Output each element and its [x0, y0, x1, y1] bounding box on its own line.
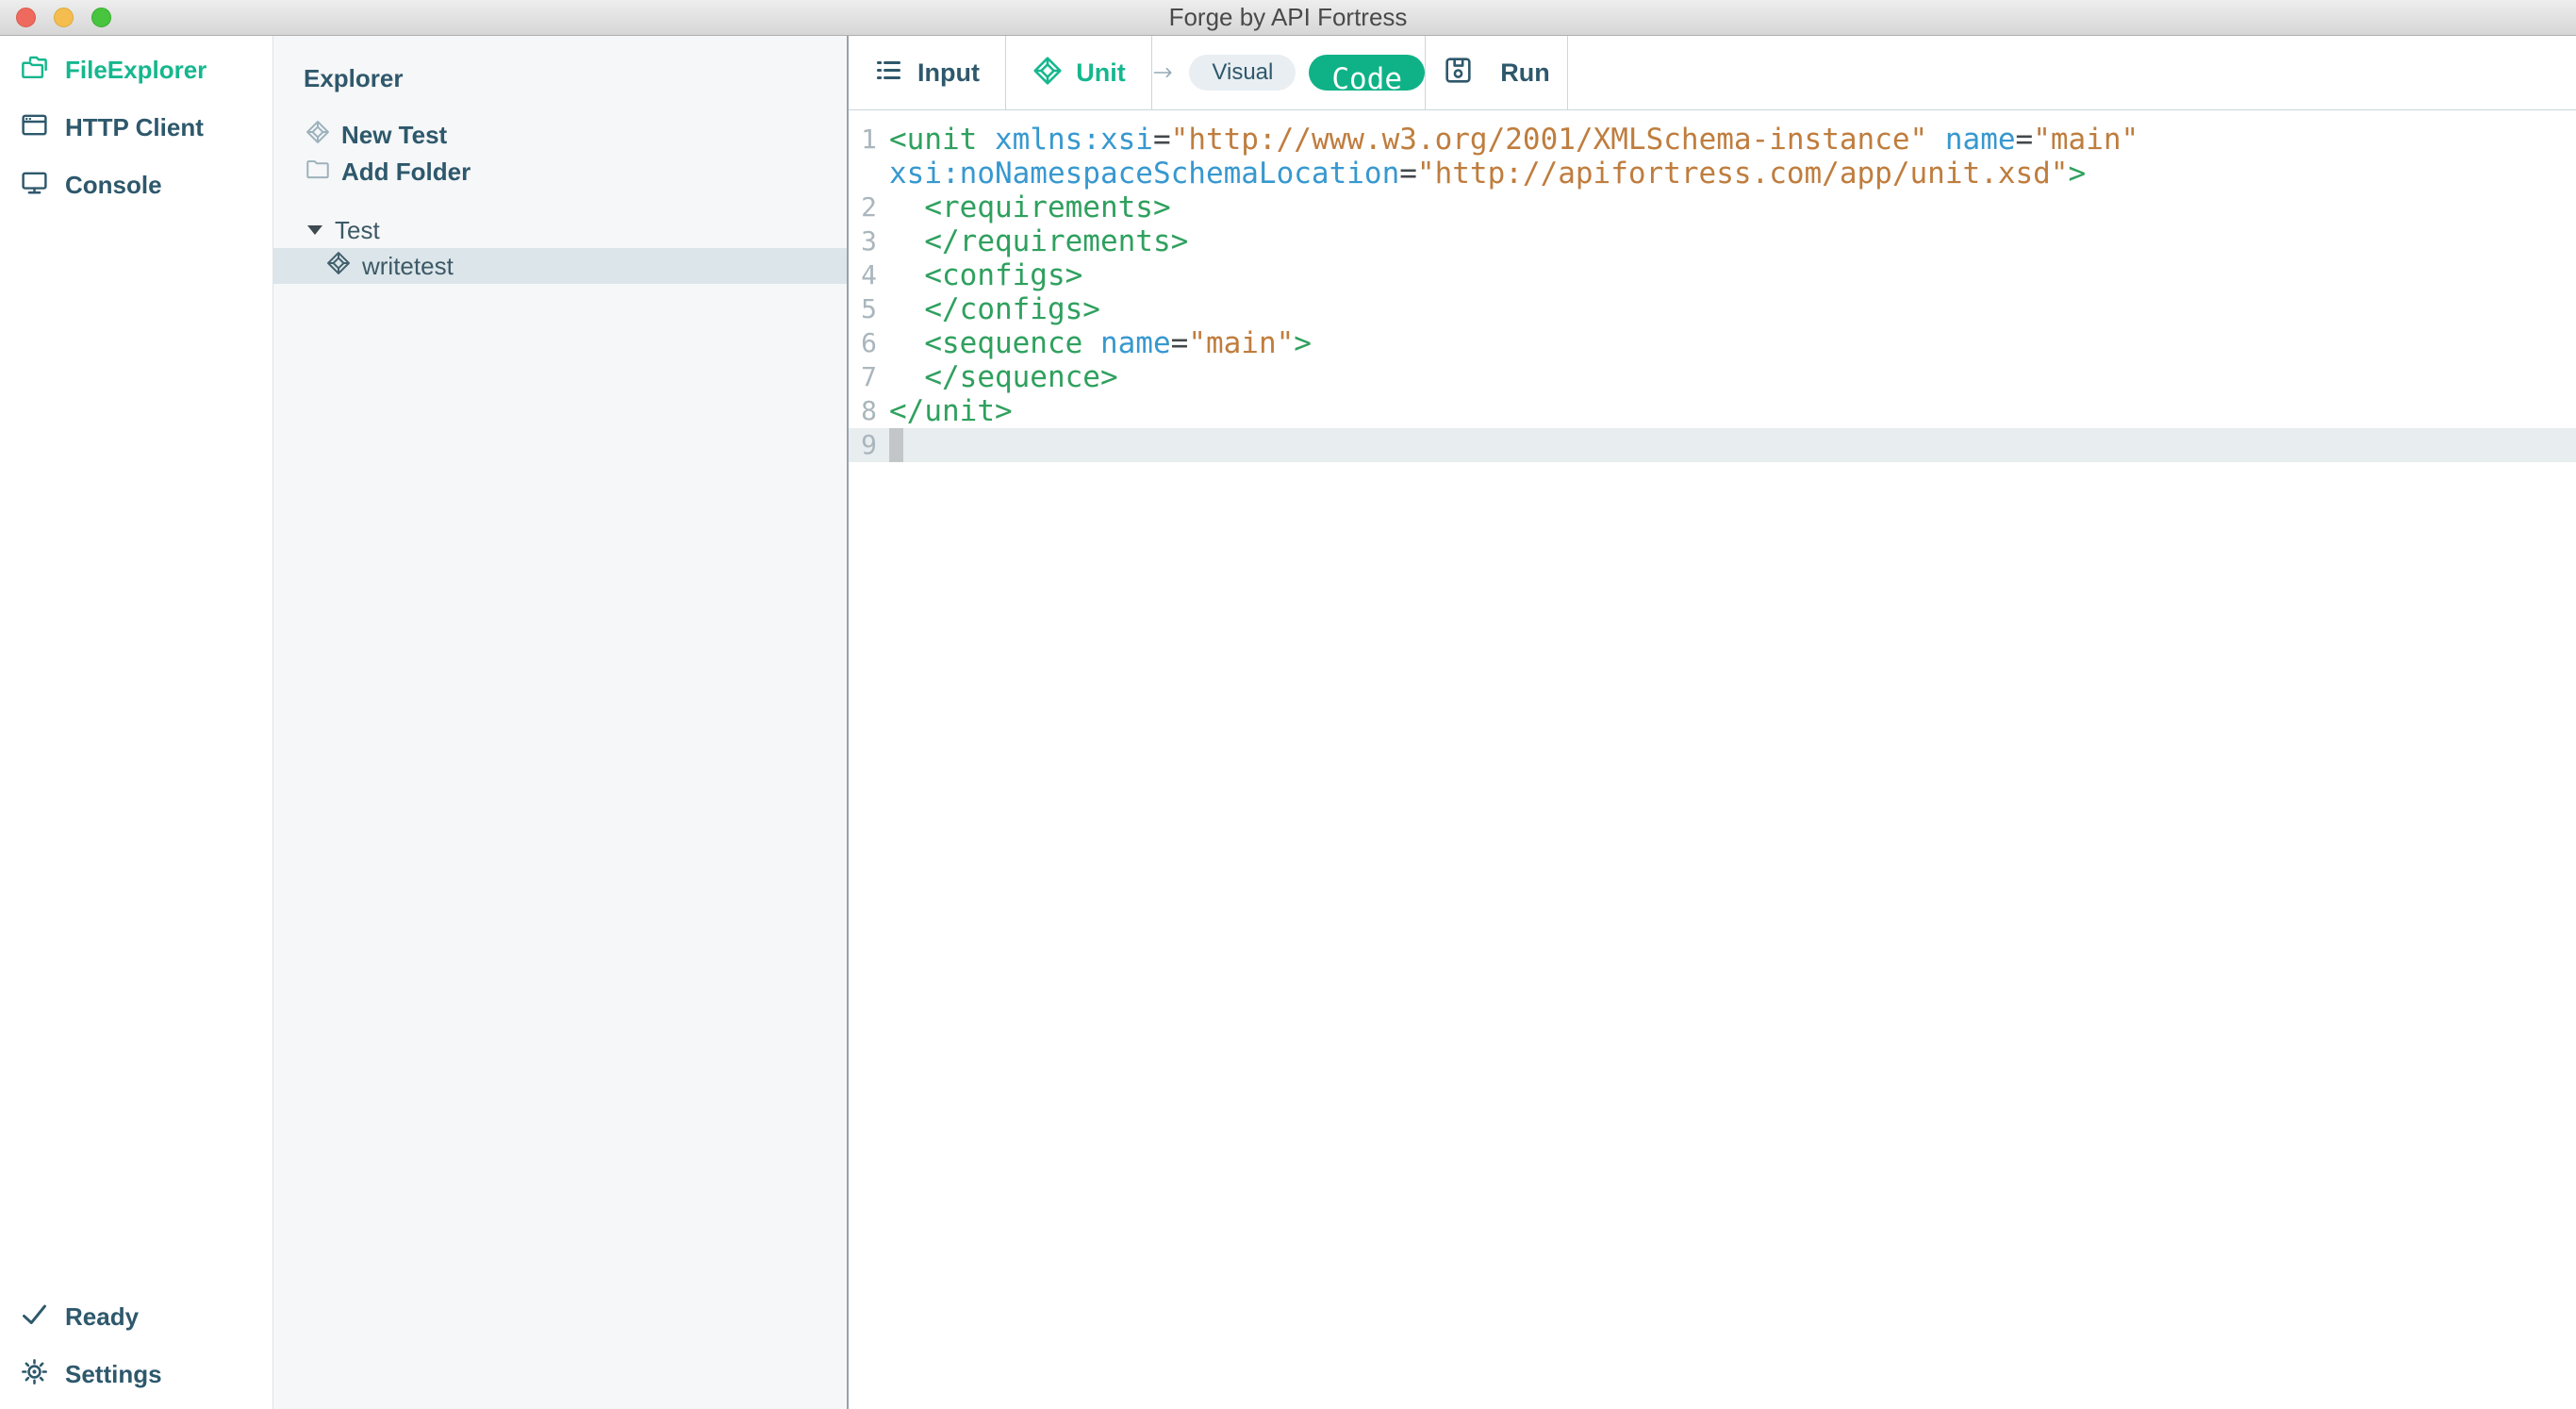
list-icon: [874, 56, 903, 90]
code-line[interactable]: 1<unit xmlns:xsi="http://www.w3.org/2001…: [849, 123, 2576, 191]
explorer-panel: Explorer New Test Add Fol: [273, 36, 847, 1409]
code-line-content[interactable]: <sequence name="main">: [889, 326, 2576, 360]
code-line-content[interactable]: </unit>: [889, 394, 2576, 428]
line-number: 2: [849, 191, 877, 224]
pill-label: Visual: [1212, 59, 1273, 86]
action-label: Add Folder: [341, 157, 471, 187]
folder-icon: [305, 156, 331, 189]
status-ready: Ready: [0, 1288, 272, 1346]
tree-item-writetest[interactable]: writetest: [273, 248, 847, 284]
sidebar-item-http-client[interactable]: HTTP Client: [0, 99, 272, 157]
code-line[interactable]: 3 </requirements>: [849, 224, 2576, 258]
main-area: FileExplorer HTTP Client: [0, 36, 2576, 1409]
explorer-actions: New Test Add Folder: [273, 117, 847, 191]
code-line[interactable]: 7 </sequence>: [849, 360, 2576, 394]
explorer-heading: Explorer: [304, 64, 847, 93]
tab-unit[interactable]: Unit: [1006, 36, 1152, 109]
sidebar-item-label: FileExplorer: [65, 56, 206, 85]
run-button[interactable]: Run: [1500, 58, 1549, 88]
sidebar-item-settings[interactable]: Settings: [0, 1346, 272, 1403]
code-line-content[interactable]: </configs>: [889, 292, 2576, 326]
tab-input[interactable]: Input: [849, 36, 1006, 109]
sidebar-item-label: Settings: [65, 1360, 162, 1389]
title-bar: Forge by API Fortress: [0, 0, 2576, 36]
explorer-tree: Test writetest: [273, 212, 847, 284]
tree-folder-test[interactable]: Test: [273, 212, 847, 248]
line-number: 9: [849, 428, 877, 462]
test-cube-icon: [305, 119, 331, 152]
code-line[interactable]: 9: [849, 428, 2576, 462]
sidebar-item-console[interactable]: Console: [0, 157, 272, 214]
visual-toggle-button[interactable]: Visual: [1189, 55, 1296, 91]
pill-label: Code: [1331, 62, 1402, 96]
editor-toolbar: Input Unit Visual: [849, 36, 2576, 110]
line-number: 3: [849, 224, 877, 258]
tab-label: Input: [917, 58, 980, 88]
code-line-content[interactable]: [889, 428, 2576, 462]
code-line-content[interactable]: </sequence>: [889, 360, 2576, 394]
code-line-content[interactable]: <requirements>: [889, 191, 2576, 224]
status-label: Ready: [65, 1302, 139, 1332]
editor-panel: Input Unit Visual: [847, 36, 2576, 1409]
browser-window-icon: [20, 110, 49, 146]
code-line[interactable]: 8 </unit>: [849, 394, 2576, 428]
code-line-content[interactable]: <configs>: [889, 258, 2576, 292]
line-number: 4: [849, 258, 877, 292]
line-number: 8: [849, 394, 877, 428]
gear-icon: [20, 1357, 49, 1393]
line-number: 5: [849, 292, 877, 326]
action-label: New Test: [341, 121, 447, 150]
code-line[interactable]: 4 <configs>: [849, 258, 2576, 292]
code-line-content[interactable]: </requirements>: [889, 224, 2576, 258]
code-line[interactable]: 2 <requirements>: [849, 191, 2576, 224]
text-cursor: [889, 428, 903, 462]
view-toggle: Visual Code: [1152, 36, 1426, 109]
folders-icon: [20, 53, 49, 89]
add-folder-button[interactable]: Add Folder: [273, 154, 847, 191]
caret-down-icon[interactable]: [307, 225, 322, 235]
toolbar-spacer: [1568, 36, 2576, 109]
code-line[interactable]: 6 <sequence name="main">: [849, 326, 2576, 360]
new-test-button[interactable]: New Test: [273, 117, 847, 154]
monitor-icon: [20, 168, 49, 204]
run-section: Run: [1426, 36, 1568, 109]
tab-label: Unit: [1076, 58, 1125, 88]
code-line-content[interactable]: <unit xmlns:xsi="http://www.w3.org/2001/…: [889, 123, 2576, 191]
line-number: 6: [849, 326, 877, 360]
window-title: Forge by API Fortress: [0, 3, 2576, 32]
tree-item-label: writetest: [362, 252, 454, 281]
sidebar: FileExplorer HTTP Client: [0, 36, 273, 1409]
checkmark-icon: [20, 1300, 49, 1335]
sidebar-item-label: HTTP Client: [65, 113, 204, 142]
line-number: 7: [849, 360, 877, 394]
unit-cube-icon: [1032, 55, 1064, 91]
sidebar-item-label: Console: [65, 171, 162, 200]
arrow-right-icon: [1152, 61, 1174, 84]
test-cube-icon: [325, 250, 352, 283]
sidebar-nav: FileExplorer HTTP Client: [0, 36, 272, 214]
tree-folder-label: Test: [335, 216, 380, 245]
code-editor[interactable]: 1<unit xmlns:xsi="http://www.w3.org/2001…: [849, 110, 2576, 1409]
code-toggle-button[interactable]: Code: [1309, 55, 1425, 91]
sidebar-footer: Ready Settings: [0, 1288, 272, 1409]
save-icon[interactable]: [1443, 55, 1474, 91]
code-line[interactable]: 5 </configs>: [849, 292, 2576, 326]
sidebar-item-file-explorer[interactable]: FileExplorer: [0, 41, 272, 99]
line-number: 1: [849, 123, 877, 191]
